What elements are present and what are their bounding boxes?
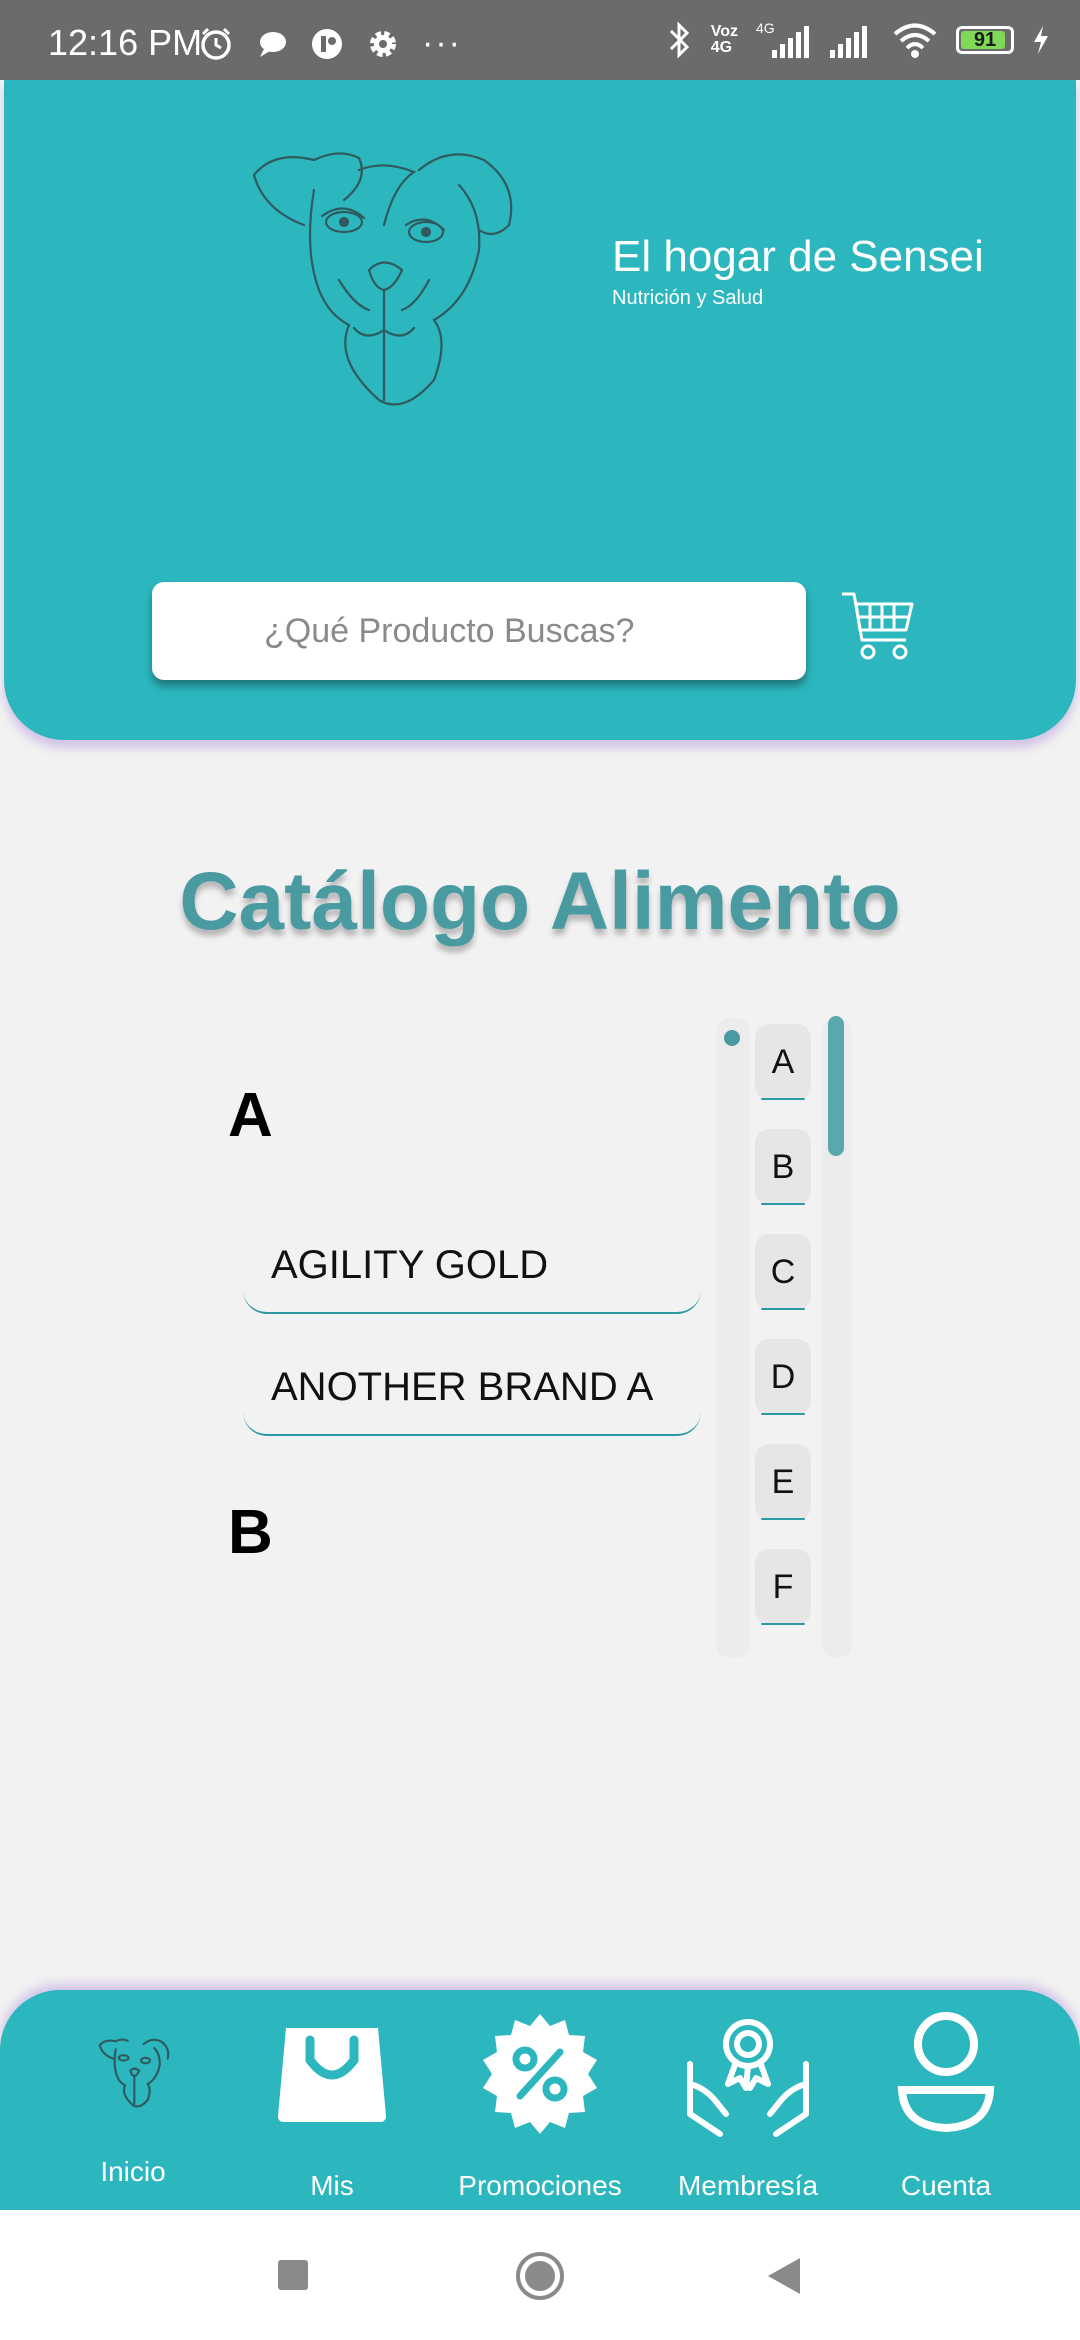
cart-icon[interactable]	[840, 586, 916, 666]
user-icon	[896, 2010, 996, 2139]
network-type: Voz 4G	[710, 23, 738, 56]
bottom-nav: Inicio Mis Promociones Membresía Cuenta	[0, 1990, 1080, 2210]
section-header-b: B	[228, 1498, 273, 1567]
page-title: Catálogo Alimento	[179, 856, 901, 947]
nav-label: Inicio	[100, 2156, 166, 2187]
list-item[interactable]: ANOTHER BRAND A	[243, 1340, 701, 1436]
shopping-bag-icon	[274, 2016, 390, 2131]
nav-label: Membresía	[677, 2170, 819, 2201]
battery-icon: 91	[956, 26, 1014, 54]
gear-icon	[370, 30, 396, 57]
scrollbar-thumb[interactable]	[828, 1016, 844, 1156]
alarm-icon	[201, 27, 231, 60]
index-indicator	[724, 1030, 740, 1046]
signal-icon	[830, 26, 867, 58]
chat-bubble-icon	[260, 31, 286, 57]
section-header-a: A	[228, 1081, 273, 1150]
brand-subtitle: Nutrición y Salud	[612, 287, 764, 309]
nav-label: Cuenta	[900, 2170, 992, 2201]
home-button[interactable]	[514, 2250, 566, 2302]
nav-item-inicio[interactable]: Inicio	[33, 1990, 233, 2210]
header: El hogar de Sensei Nutrición y Salud ¿Qu…	[4, 80, 1076, 740]
bluetooth-icon	[669, 21, 689, 59]
index-letter-d[interactable]: D	[755, 1339, 811, 1415]
signal-icon: 4G	[756, 20, 810, 60]
status-bar: 12:16 PM ··· Voz 4G 4G 91	[0, 0, 1080, 80]
membership-award-icon	[680, 2004, 816, 2145]
nav-item-cuenta[interactable]: Cuenta	[846, 1990, 1046, 2210]
nav-item-membresia[interactable]: Membresía	[648, 1990, 848, 2210]
app-icon	[312, 28, 342, 59]
index-letter-c[interactable]: C	[755, 1234, 811, 1310]
discount-badge-icon	[478, 2012, 602, 2141]
more-dots-icon: ···	[422, 24, 462, 62]
nav-label: Promociones	[458, 2170, 622, 2201]
status-time: 12:16 PM	[48, 22, 203, 63]
charging-icon	[1034, 26, 1048, 54]
dog-logo-icon	[97, 2032, 177, 2117]
nav-item-mis[interactable]: Mis	[232, 1990, 432, 2210]
list-item[interactable]: AGILITY GOLD	[243, 1218, 701, 1314]
nav-item-promociones[interactable]: Promociones	[440, 1990, 640, 2210]
search-input[interactable]: ¿Qué Producto Buscas?	[152, 582, 806, 680]
dog-logo-icon	[244, 130, 544, 420]
index-letter-f[interactable]: F	[755, 1549, 811, 1625]
index-letter-e[interactable]: E	[755, 1444, 811, 1520]
wifi-icon	[893, 23, 937, 58]
system-nav-bar	[0, 2210, 1080, 2340]
recent-apps-button[interactable]	[276, 2258, 310, 2292]
back-button[interactable]	[764, 2254, 804, 2298]
index-letter-a[interactable]: A	[755, 1024, 811, 1100]
index-track	[716, 1018, 750, 1658]
brand-title: El hogar de Sensei	[612, 232, 984, 281]
nav-label: Mis	[310, 2170, 354, 2201]
index-letter-b[interactable]: B	[755, 1129, 811, 1205]
